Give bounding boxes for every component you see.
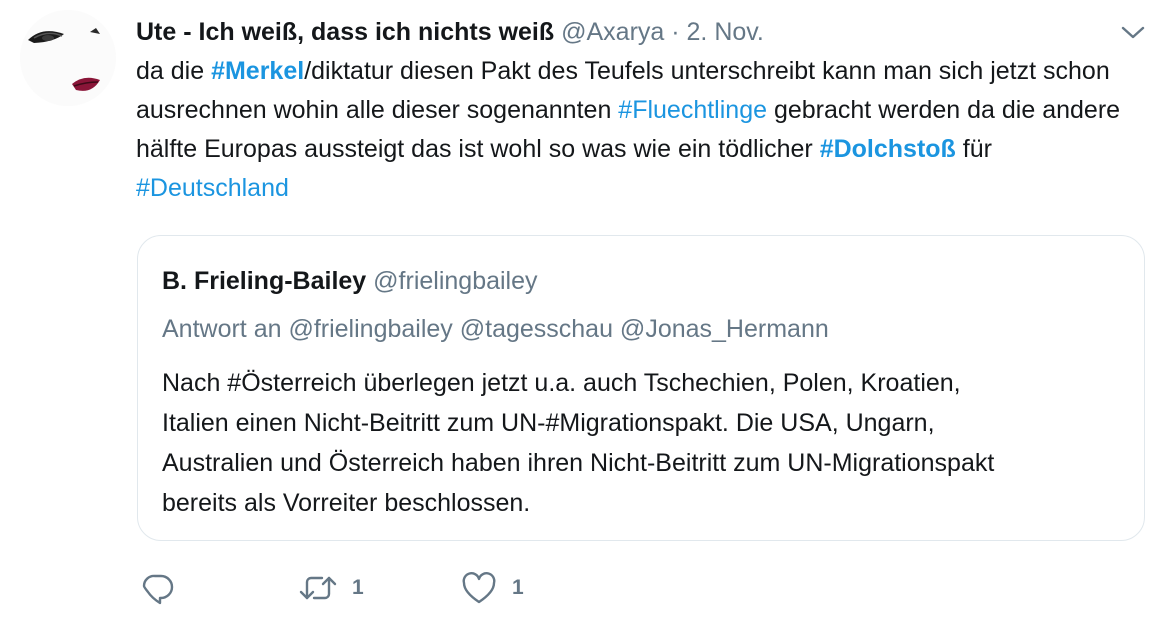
tweet-header: Ute - Ich weiß, dass ich nichts weiß @Ax…: [136, 14, 764, 50]
retweet-count: 1: [352, 576, 364, 599]
hashtag-link[interactable]: #Deutschland: [136, 174, 289, 202]
hashtag-link[interactable]: #Dolchstoß: [820, 135, 956, 163]
quoted-text: Nach #Österreich überlegen jetzt u.a. au…: [162, 363, 1122, 523]
reply-context: Antwort an @frielingbailey @tagesschau @…: [162, 315, 829, 343]
reply-button[interactable]: [140, 566, 176, 610]
quoted-text-line: bereits als Vorreiter beschlossen.: [162, 489, 531, 517]
more-options-button[interactable]: [1118, 22, 1148, 44]
separator: ·: [671, 18, 680, 46]
chevron-down-icon: [1121, 26, 1145, 39]
like-count: 1: [512, 576, 524, 599]
quoted-text-line: Australien und Österreich haben ihren Ni…: [162, 449, 995, 477]
reply-icon: [142, 574, 174, 605]
tweet-date[interactable]: 2. Nov.: [687, 18, 764, 46]
avatar[interactable]: [20, 10, 116, 106]
avatar-image: [20, 10, 116, 106]
quoted-text-line: Nach #Österreich überlegen jetzt u.a. au…: [162, 369, 961, 397]
tweet-text: da die #Merkel/diktatur diesen Pakt des …: [136, 52, 1146, 208]
retweet-button[interactable]: 1: [298, 566, 364, 610]
retweet-icon: [299, 576, 337, 600]
text-segment: für: [955, 135, 992, 163]
author-name[interactable]: Ute - Ich weiß, dass ich nichts weiß: [136, 18, 554, 46]
author-handle[interactable]: @Axarya: [561, 18, 664, 46]
hashtag-link[interactable]: #Merkel: [211, 57, 304, 85]
quoted-author-name: B. Frieling-Bailey: [162, 267, 367, 295]
quoted-text-line: Italien einen Nicht-Beitritt zum UN-#Mig…: [162, 409, 935, 437]
quoted-header: B. Frieling-Bailey @frielingbailey: [162, 264, 538, 298]
heart-icon: [462, 572, 496, 604]
hashtag-link[interactable]: #Fluechtlinge: [618, 96, 767, 124]
quoted-author-handle: @frielingbailey: [373, 267, 538, 295]
quoted-tweet[interactable]: B. Frieling-Bailey @frielingbailey Antwo…: [137, 235, 1145, 541]
text-segment: da die: [136, 57, 212, 85]
like-button[interactable]: 1: [460, 566, 524, 610]
